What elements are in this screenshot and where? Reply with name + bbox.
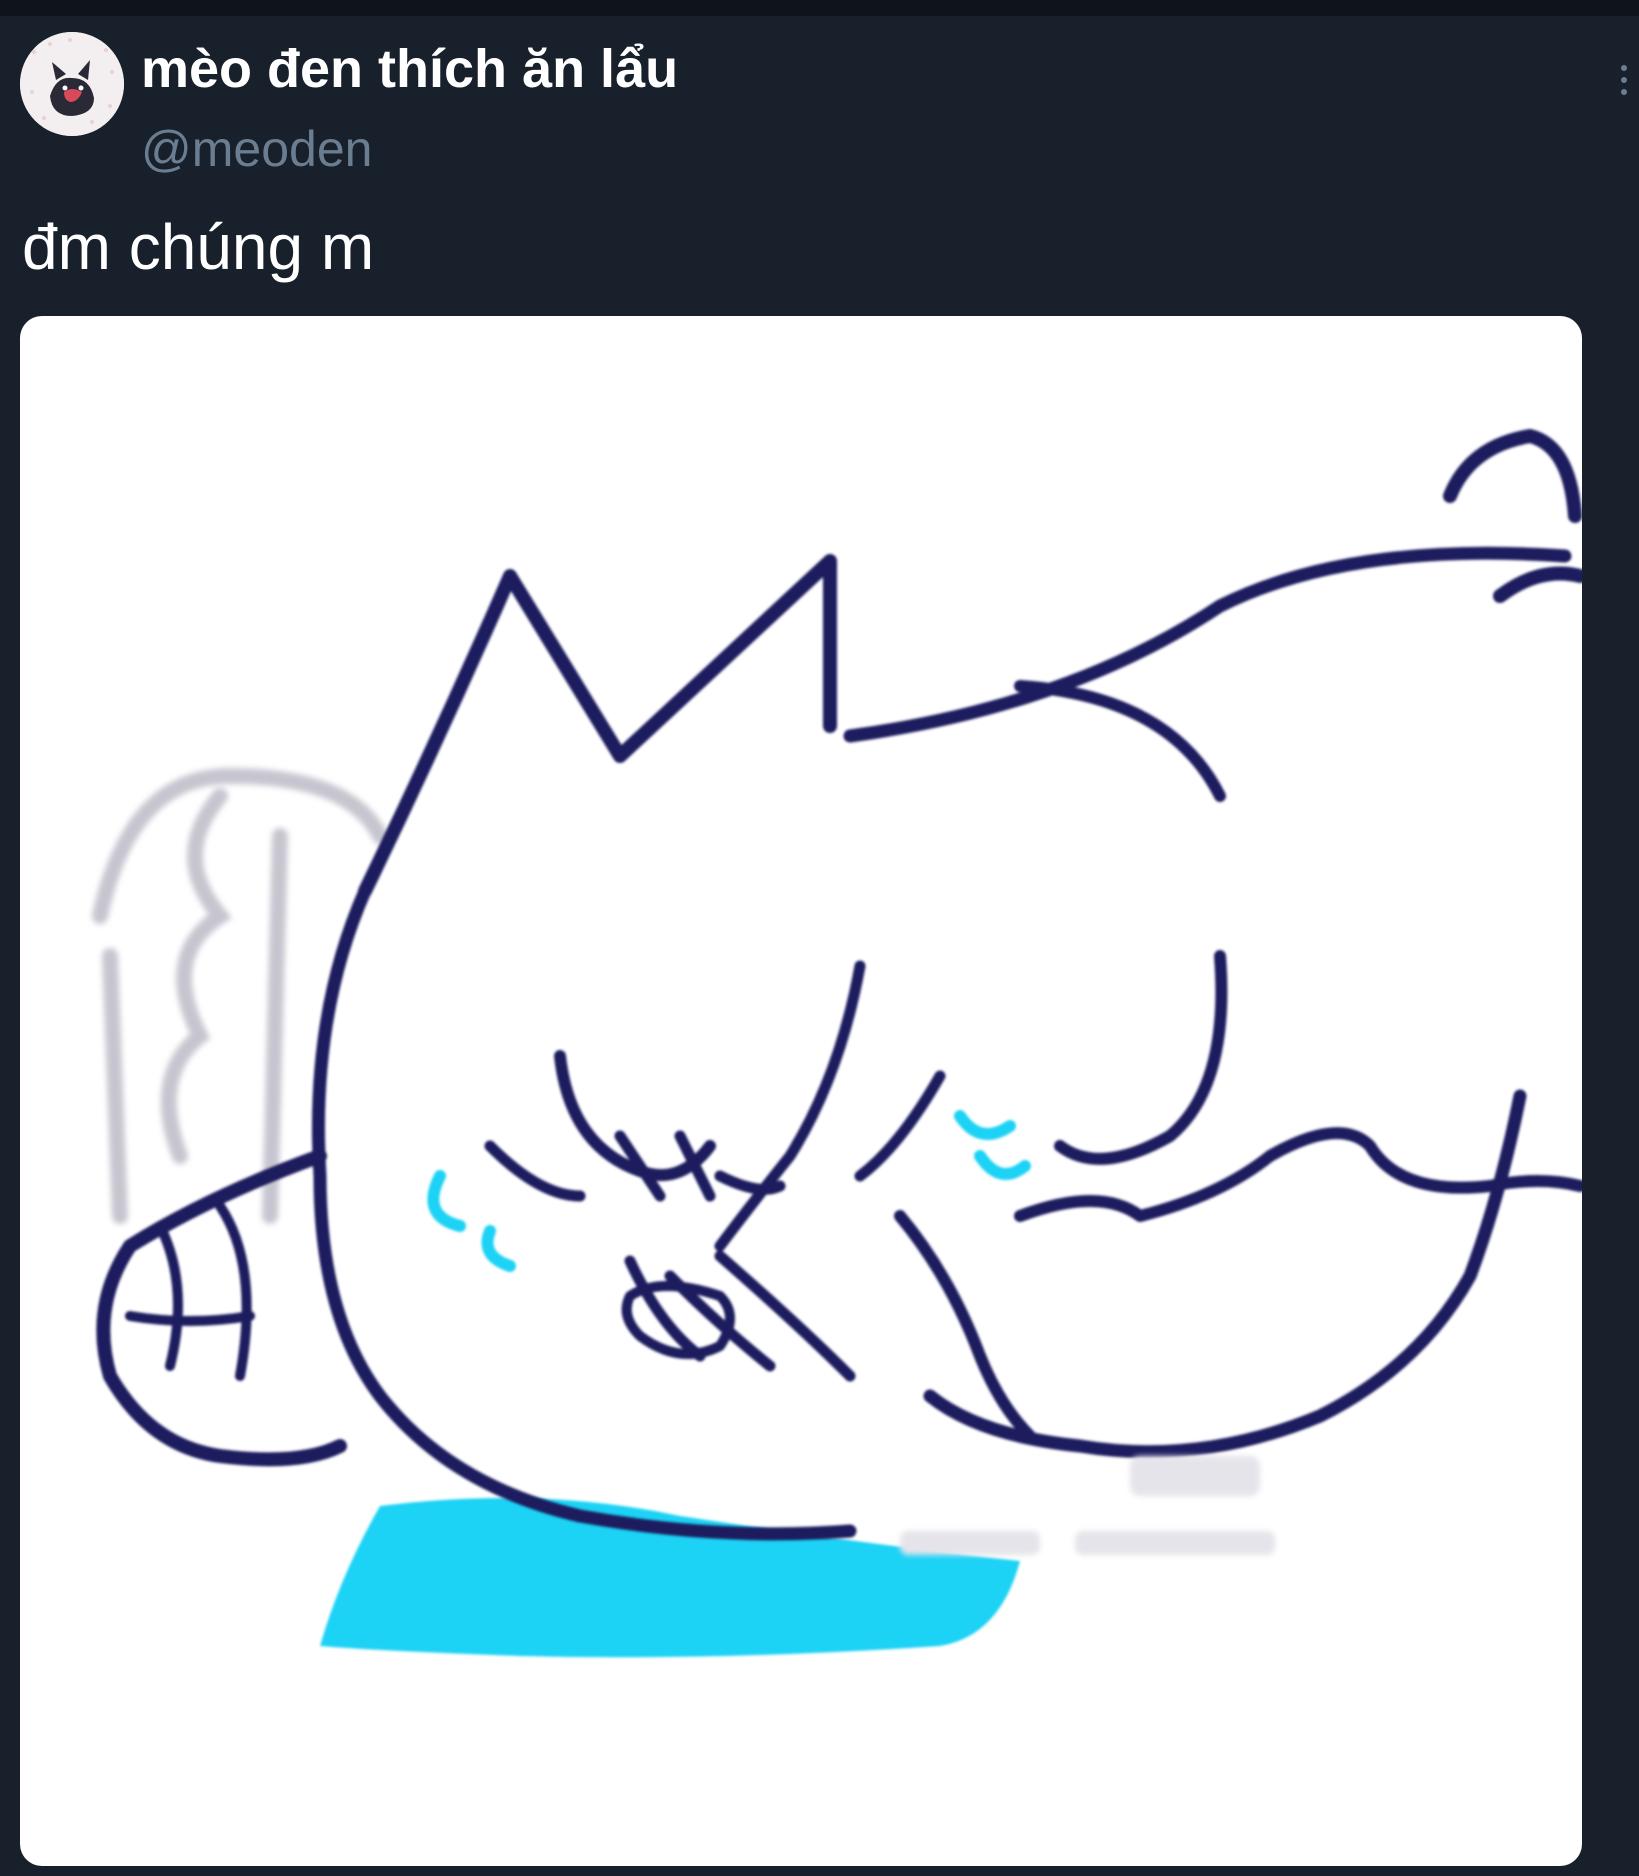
user-handle[interactable]: @meoden — [141, 122, 372, 177]
crying-cat-drawing — [92, 429, 1582, 1658]
post-text: đm chúng m — [22, 211, 375, 283]
post-card[interactable]: mèo đen thích ăn lẩu @meoden đm chúng m — [0, 16, 1639, 1876]
more-options-button[interactable] — [1612, 50, 1636, 110]
cat-avatar-icon — [20, 32, 124, 136]
avatar[interactable] — [20, 32, 124, 136]
top-bar — [0, 0, 1639, 16]
more-vertical-icon — [1621, 65, 1627, 71]
post-media-image[interactable] — [20, 316, 1582, 1866]
display-name[interactable]: mèo đen thích ăn lẩu — [141, 39, 678, 99]
